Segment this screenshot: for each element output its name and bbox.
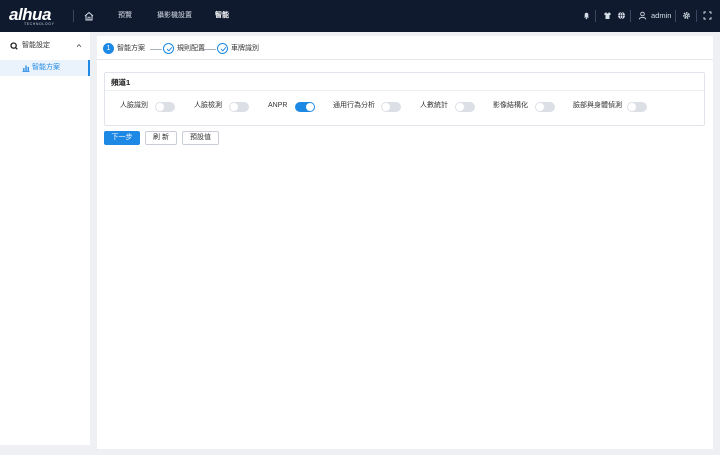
channel-title: 頻道1 [111, 78, 131, 87]
chart-icon [22, 65, 30, 72]
feature-label-people-counting: 人數統計 [420, 102, 448, 109]
toggle-video-metadata[interactable] [535, 102, 555, 112]
divider [675, 10, 676, 22]
feature-label-video-metadata: 影像結構化 [493, 102, 528, 109]
step-1-number: 1 [103, 43, 114, 54]
step-3-label[interactable]: 車牌識別 [231, 44, 259, 54]
divider [105, 90, 704, 91]
logo: alhua [9, 5, 51, 24]
sidebar-item-label: 智能方案 [32, 64, 60, 71]
home-icon[interactable] [83, 10, 95, 22]
step-3-check-icon [217, 43, 228, 54]
gear-icon[interactable] [682, 11, 691, 20]
user-icon[interactable] [638, 11, 647, 20]
step-2-check-icon [163, 43, 174, 54]
toggle-anpr[interactable] [295, 102, 315, 112]
feature-label-face-detection: 人臉檢測 [194, 102, 222, 109]
toggle-face-body-detection[interactable] [627, 102, 647, 112]
step-connector [150, 48, 162, 50]
sidebar-group-intelligent-settings[interactable]: 智能設定 [0, 39, 90, 53]
fullscreen-icon[interactable] [703, 11, 712, 20]
toggle-face-detection[interactable] [229, 102, 249, 112]
nav-camera-settings[interactable]: 攝影機設置 [157, 11, 192, 21]
sidebar-group-label: 智能設定 [22, 42, 50, 49]
bell-icon[interactable] [582, 11, 591, 20]
top-bar: alhua TECHNOLOGY 預覽 攝影機設置 智能 admin [0, 0, 720, 32]
sidebar: 智能設定 智能方案 [0, 32, 90, 445]
divider [630, 10, 631, 22]
toggle-face-recognition[interactable] [155, 102, 175, 112]
sidebar-item-smart-plan[interactable]: 智能方案 [0, 60, 90, 76]
divider [696, 10, 697, 22]
logo-subtitle: TECHNOLOGY [24, 22, 55, 26]
feature-label-anpr: ANPR [268, 102, 288, 109]
channel-panel: 頻道1 人臉識別 人臉檢測 ANPR 通用行為分析 人數統計 影像結構化 臉部與… [104, 72, 705, 126]
step-connector [204, 48, 216, 50]
smart-icon [10, 42, 18, 50]
divider [97, 59, 713, 60]
refresh-button[interactable]: 刷 新 [145, 131, 177, 145]
step-wizard: 1 智能方案 規則配置 車牌識別 [103, 42, 403, 56]
globe-icon[interactable] [617, 11, 626, 20]
feature-label-general-behavior: 通用行為分析 [333, 102, 375, 109]
feature-label-face-body-detection: 臉部與身體偵測 [573, 102, 622, 109]
shirt-icon[interactable] [603, 11, 612, 20]
username[interactable]: admin [651, 11, 671, 21]
toggle-general-behavior[interactable] [381, 102, 401, 112]
step-1-label[interactable]: 智能方案 [117, 44, 145, 54]
toggle-people-counting[interactable] [455, 102, 475, 112]
next-button[interactable]: 下一步 [104, 131, 140, 145]
feature-label-face-recognition: 人臉識別 [120, 102, 148, 109]
nav-preview[interactable]: 預覽 [118, 11, 132, 21]
divider [595, 10, 596, 22]
default-button[interactable]: 預設值 [182, 131, 219, 145]
step-2-label[interactable]: 規則配置 [177, 44, 205, 54]
main-panel: 1 智能方案 規則配置 車牌識別 頻道1 人臉識別 人臉檢測 ANPR 通用行為… [97, 36, 713, 449]
chevron-up-icon[interactable] [76, 43, 82, 48]
nav-intelligent[interactable]: 智能 [215, 11, 229, 21]
divider [73, 10, 74, 22]
